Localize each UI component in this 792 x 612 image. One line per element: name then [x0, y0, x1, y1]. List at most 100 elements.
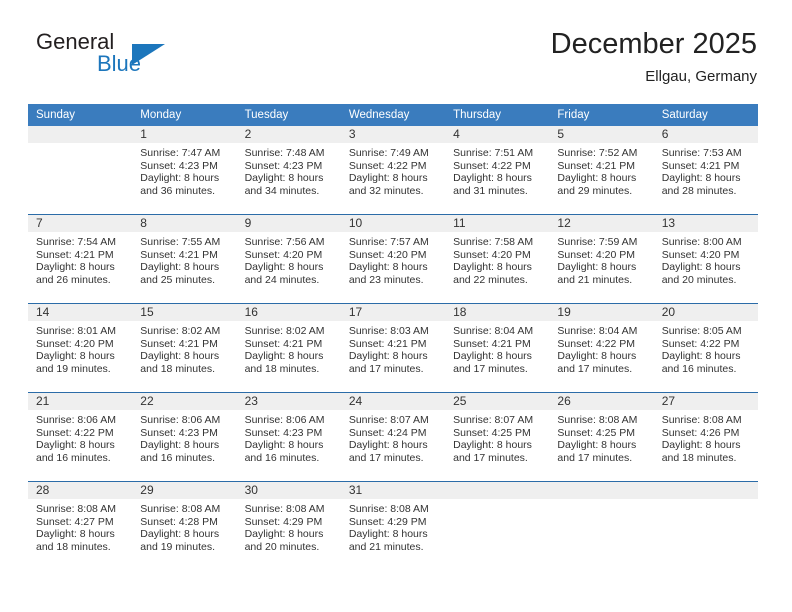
calendar-day-cell[interactable]: 10 Sunrise: 7:57 AM Sunset: 4:20 PM Dayligh…	[340, 215, 446, 304]
day-daylight1-text: Daylight: 8 hours	[661, 261, 741, 274]
day-number: 11	[445, 215, 550, 232]
day-cell-inner: 18 Sunrise: 8:04 AM Sunset: 4:21 PM Dayligh…	[445, 304, 550, 392]
day-number: 5	[549, 126, 654, 143]
day-cell-inner: 5 Sunrise: 7:52 AM Sunset: 4:21 PM Daylight…	[549, 126, 654, 214]
calendar-day-cell[interactable]: 14 Sunrise: 8:01 AM Sunset: 4:20 PM Dayligh…	[28, 304, 133, 393]
day-cell-inner: 29 Sunrise: 8:08 AM Sunset: 4:28 PM Dayligh…	[132, 482, 237, 570]
calendar-day-cell[interactable]: 13 Sunrise: 8:00 AM Sunset: 4:20 PM Dayligh…	[653, 215, 758, 304]
day-sunset-text: Sunset: 4:23 PM	[244, 426, 323, 439]
day-sunrise-text: Sunrise: 7:48 AM	[244, 147, 325, 159]
calendar-day-cell[interactable]: 29 Sunrise: 8:08 AM Sunset: 4:28 PM Dayligh…	[132, 482, 237, 571]
day-sunset-text: Sunset: 4:21 PM	[348, 337, 427, 350]
day-sun-info: Sunrise: 8:08 AM Sunset: 4:28 PM Daylight:…	[132, 499, 236, 553]
day-cell-inner: 27 Sunrise: 8:08 AM Sunset: 4:26 PM Dayligh…	[653, 393, 758, 481]
day-number: 19	[549, 304, 654, 321]
day-cell-inner: 4 Sunrise: 7:51 AM Sunset: 4:22 PM Daylight…	[445, 126, 550, 214]
day-number	[28, 126, 133, 143]
calendar-day-cell[interactable]: 31 Sunrise: 8:08 AM Sunset: 4:29 PM Dayligh…	[340, 482, 446, 571]
day-number: 31	[340, 482, 446, 499]
calendar-day-cell[interactable]: 26 Sunrise: 8:08 AM Sunset: 4:25 PM Dayligh…	[549, 393, 654, 482]
calendar-day-cell[interactable]: 15 Sunrise: 8:02 AM Sunset: 4:21 PM Dayligh…	[132, 304, 237, 393]
calendar-day-cell[interactable]: 7 Sunrise: 7:54 AM Sunset: 4:21 PM Daylight…	[28, 215, 133, 304]
day-number: 16	[236, 304, 341, 321]
day-sun-info: Sunrise: 7:56 AM Sunset: 4:20 PM Daylight:…	[237, 232, 341, 286]
day-sun-info: Sunrise: 8:00 AM Sunset: 4:20 PM Daylight:…	[654, 232, 758, 286]
day-daylight2-text: and 26 minutes.	[36, 273, 111, 286]
day-number: 25	[445, 393, 550, 410]
calendar-day-cell[interactable]: 2 Sunrise: 7:48 AM Sunset: 4:23 PM Daylight…	[236, 126, 341, 215]
day-cell-inner: 8 Sunrise: 7:55 AM Sunset: 4:21 PM Daylight…	[132, 215, 237, 303]
day-sunrise-text: Sunrise: 8:06 AM	[140, 414, 221, 426]
day-cell-inner: 9 Sunrise: 7:56 AM Sunset: 4:20 PM Daylight…	[236, 215, 341, 303]
calendar-day-cell[interactable]: 23 Sunrise: 8:06 AM Sunset: 4:23 PM Dayligh…	[236, 393, 341, 482]
day-daylight2-text: and 17 minutes.	[557, 451, 633, 464]
calendar-day-cell[interactable]: 18 Sunrise: 8:04 AM Sunset: 4:21 PM Dayligh…	[445, 304, 550, 393]
day-daylight2-text: and 23 minutes.	[348, 273, 424, 286]
day-daylight1-text: Daylight: 8 hours	[348, 528, 428, 541]
general-blue-logo: General Blue	[36, 30, 256, 92]
day-sun-info: Sunrise: 7:58 AM Sunset: 4:20 PM Daylight:…	[445, 232, 549, 286]
day-sunset-text: Sunset: 4:29 PM	[348, 515, 427, 528]
calendar-day-cell[interactable]: 9 Sunrise: 7:56 AM Sunset: 4:20 PM Daylight…	[236, 215, 341, 304]
day-sunrise-text: Sunrise: 8:00 AM	[661, 236, 742, 248]
page-header: General Blue December 2025 Ellgau, Germa…	[28, 26, 757, 100]
calendar-day-cell[interactable]: 5 Sunrise: 7:52 AM Sunset: 4:21 PM Daylight…	[549, 126, 654, 215]
calendar-day-cell[interactable]: 11 Sunrise: 7:58 AM Sunset: 4:20 PM Dayligh…	[445, 215, 550, 304]
day-cell-inner: 14 Sunrise: 8:01 AM Sunset: 4:20 PM Dayligh…	[28, 304, 133, 392]
calendar-day-cell[interactable]: 1 Sunrise: 7:47 AM Sunset: 4:23 PM Daylight…	[132, 126, 237, 215]
calendar-day-cell[interactable]: 27 Sunrise: 8:08 AM Sunset: 4:26 PM Dayligh…	[653, 393, 758, 482]
day-daylight2-text: and 20 minutes.	[661, 273, 737, 286]
day-daylight1-text: Daylight: 8 hours	[244, 172, 324, 185]
calendar-day-cell[interactable]: 17 Sunrise: 8:03 AM Sunset: 4:21 PM Dayligh…	[340, 304, 446, 393]
day-cell-inner: 25 Sunrise: 8:07 AM Sunset: 4:25 PM Dayligh…	[445, 393, 550, 481]
day-cell-inner: 24 Sunrise: 8:07 AM Sunset: 4:24 PM Dayligh…	[340, 393, 446, 481]
day-daylight2-text: and 17 minutes.	[453, 362, 528, 375]
day-sunrise-text: Sunrise: 7:52 AM	[557, 147, 638, 159]
calendar-day-cell[interactable]: 30 Sunrise: 8:08 AM Sunset: 4:29 PM Dayligh…	[236, 482, 341, 571]
title-block: December 2025 Ellgau, Germany	[551, 26, 757, 88]
day-sunset-text: Sunset: 4:20 PM	[557, 248, 636, 261]
calendar-day-cell[interactable]: 20 Sunrise: 8:05 AM Sunset: 4:22 PM Dayligh…	[653, 304, 758, 393]
calendar-day-cell[interactable]: 28 Sunrise: 8:08 AM Sunset: 4:27 PM Dayligh…	[28, 482, 133, 571]
day-number: 12	[549, 215, 654, 232]
calendar-day-cell[interactable]: 25 Sunrise: 8:07 AM Sunset: 4:25 PM Dayligh…	[445, 393, 550, 482]
day-daylight2-text: and 19 minutes.	[36, 362, 111, 375]
day-cell-inner: 7 Sunrise: 7:54 AM Sunset: 4:21 PM Daylight…	[28, 215, 133, 303]
day-daylight2-text: and 18 minutes.	[244, 362, 320, 375]
day-sunset-text: Sunset: 4:24 PM	[348, 426, 427, 439]
day-sun-info: Sunrise: 8:08 AM Sunset: 4:26 PM Daylight:…	[654, 410, 758, 464]
calendar-day-cell[interactable]: 8 Sunrise: 7:55 AM Sunset: 4:21 PM Daylight…	[132, 215, 237, 304]
day-daylight2-text: and 22 minutes.	[453, 273, 528, 286]
day-sun-info: Sunrise: 7:51 AM Sunset: 4:22 PM Daylight:…	[445, 143, 549, 197]
calendar-day-cell[interactable]: 24 Sunrise: 8:07 AM Sunset: 4:24 PM Dayligh…	[340, 393, 446, 482]
calendar-day-cell[interactable]: 3 Sunrise: 7:49 AM Sunset: 4:22 PM Daylight…	[340, 126, 446, 215]
day-sunset-text: Sunset: 4:21 PM	[244, 337, 323, 350]
calendar-day-cell[interactable]: 16 Sunrise: 8:02 AM Sunset: 4:21 PM Dayligh…	[236, 304, 341, 393]
day-cell-inner	[653, 482, 758, 570]
day-number	[549, 482, 654, 499]
day-daylight1-text: Daylight: 8 hours	[244, 439, 324, 452]
day-daylight2-text: and 17 minutes.	[453, 451, 528, 464]
calendar-day-cell[interactable]: 22 Sunrise: 8:06 AM Sunset: 4:23 PM Dayligh…	[132, 393, 237, 482]
weekday-header-saturday: Saturday	[653, 104, 758, 126]
calendar-day-cell[interactable]: 12 Sunrise: 7:59 AM Sunset: 4:20 PM Dayligh…	[549, 215, 654, 304]
day-sun-info: Sunrise: 7:49 AM Sunset: 4:22 PM Daylight:…	[341, 143, 445, 197]
day-daylight1-text: Daylight: 8 hours	[557, 261, 637, 274]
day-sunrise-text: Sunrise: 7:56 AM	[244, 236, 325, 248]
calendar-day-cell[interactable]: 21 Sunrise: 8:06 AM Sunset: 4:22 PM Dayligh…	[28, 393, 133, 482]
day-cell-inner: 28 Sunrise: 8:08 AM Sunset: 4:27 PM Dayligh…	[28, 482, 133, 570]
calendar-day-cell[interactable]: 6 Sunrise: 7:53 AM Sunset: 4:21 PM Daylight…	[653, 126, 758, 215]
day-cell-inner: 13 Sunrise: 8:00 AM Sunset: 4:20 PM Dayligh…	[653, 215, 758, 303]
day-daylight1-text: Daylight: 8 hours	[557, 350, 637, 363]
day-sunrise-text: Sunrise: 8:08 AM	[36, 503, 116, 515]
day-number: 23	[236, 393, 341, 410]
calendar-day-cell[interactable]: 4 Sunrise: 7:51 AM Sunset: 4:22 PM Daylight…	[445, 126, 550, 215]
day-sunset-text: Sunset: 4:25 PM	[557, 426, 636, 439]
calendar-day-cell[interactable]: 19 Sunrise: 8:04 AM Sunset: 4:22 PM Dayligh…	[549, 304, 654, 393]
day-cell-inner: 11 Sunrise: 7:58 AM Sunset: 4:20 PM Dayligh…	[445, 215, 550, 303]
day-cell-inner: 15 Sunrise: 8:02 AM Sunset: 4:21 PM Dayligh…	[132, 304, 237, 392]
day-sunrise-text: Sunrise: 8:07 AM	[348, 414, 429, 426]
day-daylight1-text: Daylight: 8 hours	[348, 261, 428, 274]
day-sunset-text: Sunset: 4:22 PM	[661, 337, 740, 350]
day-daylight1-text: Daylight: 8 hours	[36, 350, 115, 363]
